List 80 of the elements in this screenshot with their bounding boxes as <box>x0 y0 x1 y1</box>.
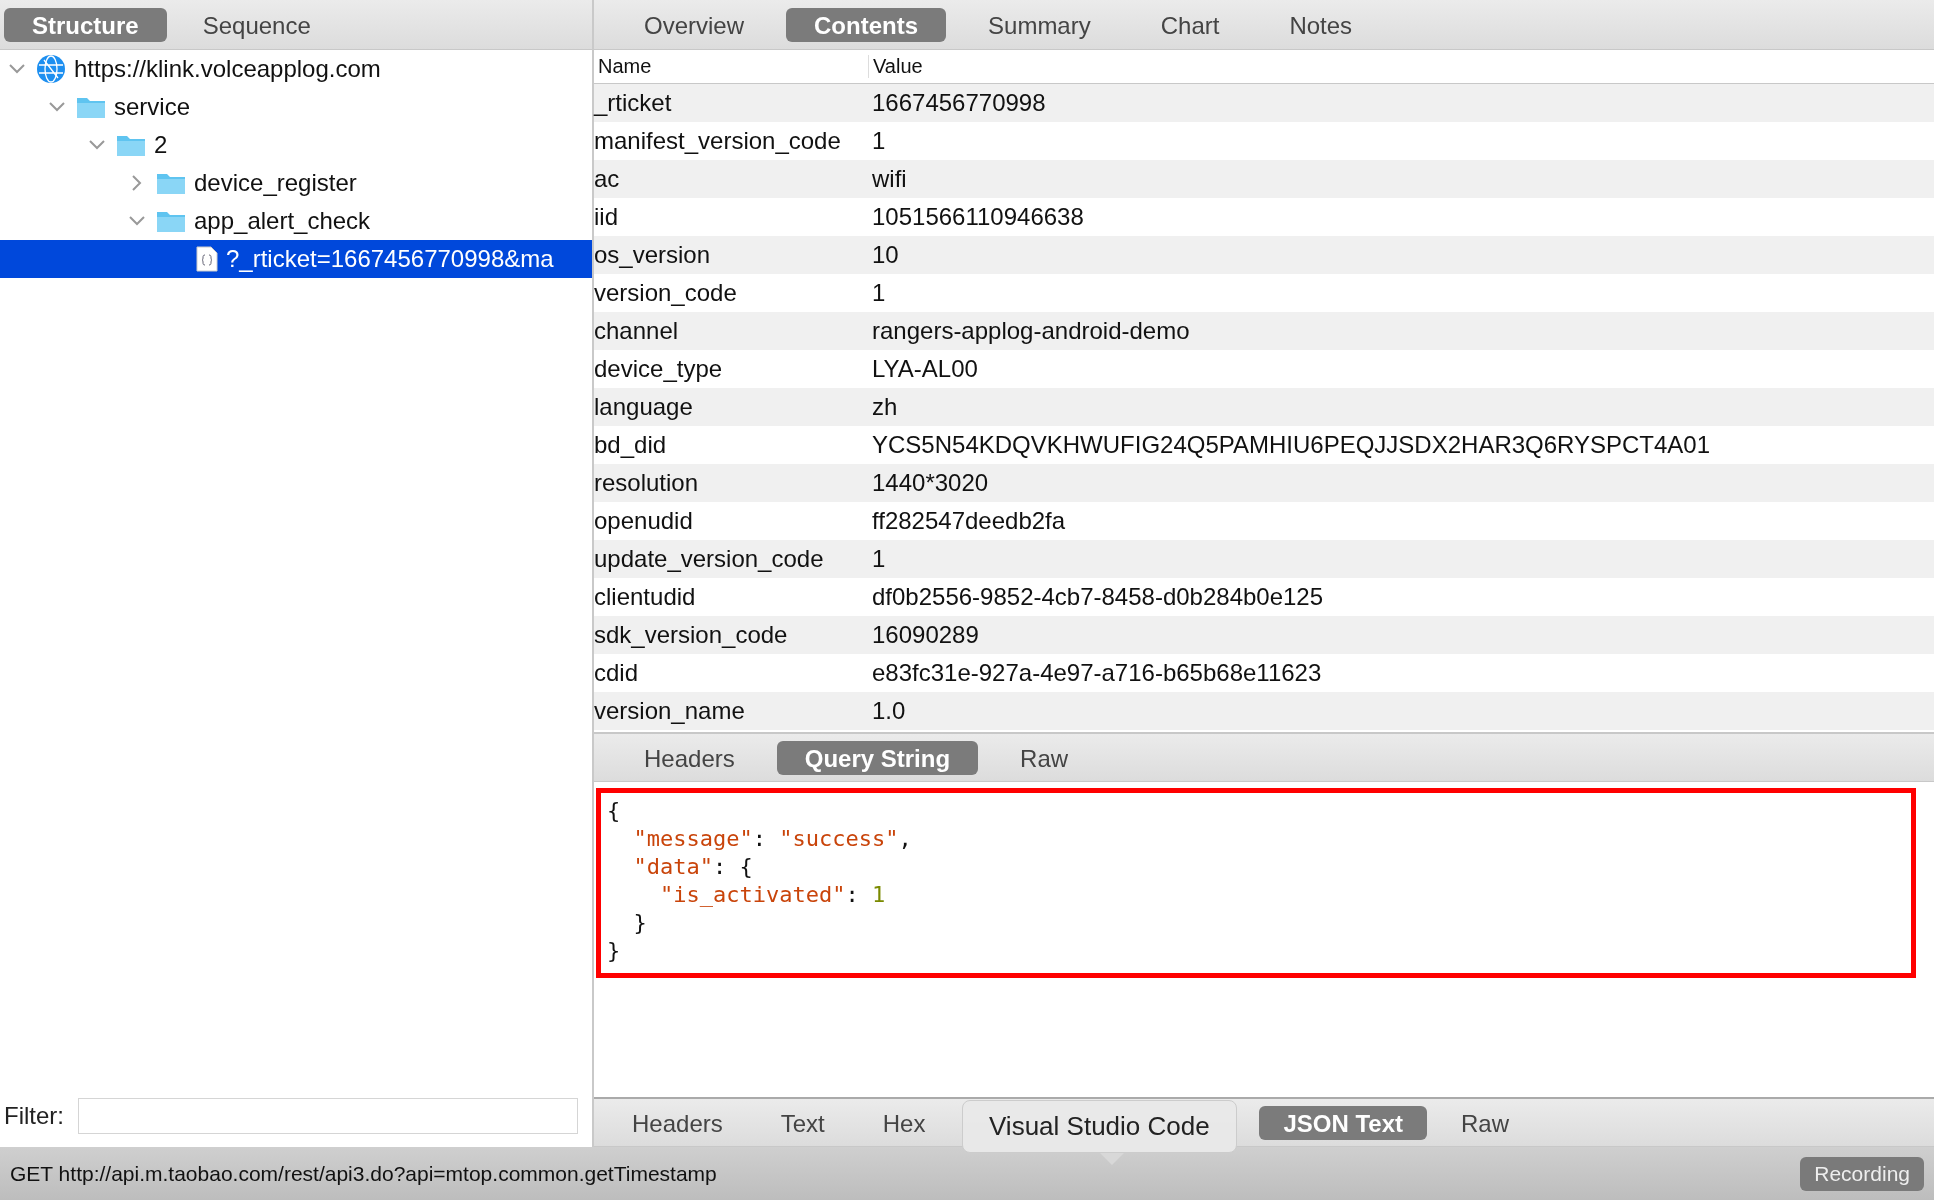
tab[interactable]: Raw <box>1437 1105 1534 1140</box>
filter-field[interactable] <box>78 1098 578 1134</box>
table-cell-text: 1 <box>871 279 887 307</box>
table-cell-text: 1 <box>871 127 887 155</box>
table-cell-text: YCS5N54KDQVKHWUFIG24Q5PAMHIU6PEQJJSDX2HAR3Q6RYSPCT4A01 <box>871 431 1712 459</box>
table-cell-text: resolution <box>594 469 700 497</box>
tree-row[interactable]: ?_rticket=1667456770998&ma <box>0 240 592 278</box>
tree-label: https://klink.volceapplog.com <box>74 55 381 83</box>
table-cell-text: iid <box>594 203 619 231</box>
tree-row[interactable]: device_register <box>0 164 592 202</box>
filter-label: Filter: <box>4 1102 64 1130</box>
tab[interactable]: Contents <box>786 7 947 42</box>
folder-icon <box>76 95 106 119</box>
table-cell-text: update_version_code <box>594 545 825 573</box>
tree-row[interactable]: service <box>0 88 592 126</box>
table-cell-text: manifest_version_code <box>594 127 842 155</box>
tree-label: service <box>114 93 191 121</box>
code-line: } <box>632 909 647 937</box>
tree-row[interactable]: 2 <box>0 126 592 164</box>
tree-label: ?_rticket=1667456770998&ma <box>226 245 554 273</box>
code-line: "data": { <box>632 853 753 881</box>
code-line: "is_activated": 1 <box>658 881 886 909</box>
table-cell-text: 10 <box>871 241 900 269</box>
table-cell-text: 1440*3020 <box>871 469 990 497</box>
table-cell-text: ac <box>594 165 621 193</box>
folder-icon <box>116 133 146 157</box>
recording-button[interactable]: Recording <box>1800 1156 1924 1191</box>
table-cell-text: df0b2556-9852-4cb7-8458-d0b284b0e125 <box>871 583 1325 611</box>
table-cell-text: bd_did <box>594 431 668 459</box>
table-cell-text: ff282547deedb2fa <box>871 507 1067 535</box>
table-cell-text: 1.0 <box>871 697 907 725</box>
tree-row[interactable]: https://klink.volceapplog.com <box>0 50 592 88</box>
table-cell-text: channel <box>594 317 680 345</box>
table-cell-text: 16090289 <box>871 621 980 649</box>
code-line: "message": "success", <box>632 825 912 853</box>
tab[interactable]: Query String <box>776 740 979 775</box>
table-cell-text: cdid <box>594 659 640 687</box>
table-cell-text: zh <box>871 393 899 421</box>
tab[interactable]: Headers <box>608 1105 747 1140</box>
table-cell-text: 1667456770998 <box>871 89 1047 117</box>
tab[interactable]: JSON Text <box>1259 1105 1427 1140</box>
tab[interactable]: Summary <box>960 7 1119 42</box>
table-cell-text: os_version <box>594 241 712 269</box>
table-cell-text: _rticket <box>594 89 673 117</box>
code-line: } <box>607 937 621 965</box>
table-cell-text: version_code <box>594 279 738 307</box>
table-cell-text: device_type <box>594 355 724 383</box>
table-cell-text: sdk_version_code <box>594 621 789 649</box>
table-cell-text: version_name <box>594 697 746 725</box>
tab[interactable]: Raw <box>992 740 1097 775</box>
table-cell-text: 1051566110946638 <box>871 203 1085 231</box>
table-cell-text: clientudid <box>594 583 697 611</box>
table-cell-text: rangers-applog-android-demo <box>871 317 1191 345</box>
tree-label: device_register <box>194 169 357 197</box>
tooltip: Visual Studio Code <box>962 1100 1237 1165</box>
tree-row[interactable]: app_alert_check <box>0 202 592 240</box>
column-header: Name <box>597 55 653 78</box>
globe-icon <box>36 54 66 84</box>
file-icon <box>196 246 218 272</box>
folder-icon <box>156 171 186 195</box>
status-text: GET http://api.m.taobao.com/rest/api3.do?api=mtop.common.getTimestamp <box>10 1161 717 1186</box>
tab[interactable]: Chart <box>1132 7 1248 42</box>
table-cell-text: wifi <box>871 165 908 193</box>
table-cell-text: LYA-AL00 <box>871 355 979 383</box>
table-cell-text: openudid <box>594 507 694 535</box>
tab[interactable]: Hex <box>858 1105 950 1140</box>
tree-label: app_alert_check <box>194 207 371 235</box>
table-cell-text: language <box>594 393 694 421</box>
tab[interactable]: Text <box>756 1105 849 1140</box>
tab[interactable]: Structure <box>4 7 167 42</box>
tab[interactable]: Headers <box>616 740 763 775</box>
tab[interactable]: Overview <box>616 7 773 42</box>
column-header: Value <box>868 55 1934 78</box>
tab[interactable]: Notes <box>1261 7 1381 42</box>
tree-label: 2 <box>154 131 168 159</box>
table-cell-text: 1 <box>871 545 887 573</box>
tab[interactable]: Sequence <box>174 7 339 42</box>
folder-icon <box>156 209 186 233</box>
code-line: { <box>607 797 621 825</box>
table-cell-text: e83fc31e-927a-4e97-a716-b65b68e11623 <box>871 659 1323 687</box>
